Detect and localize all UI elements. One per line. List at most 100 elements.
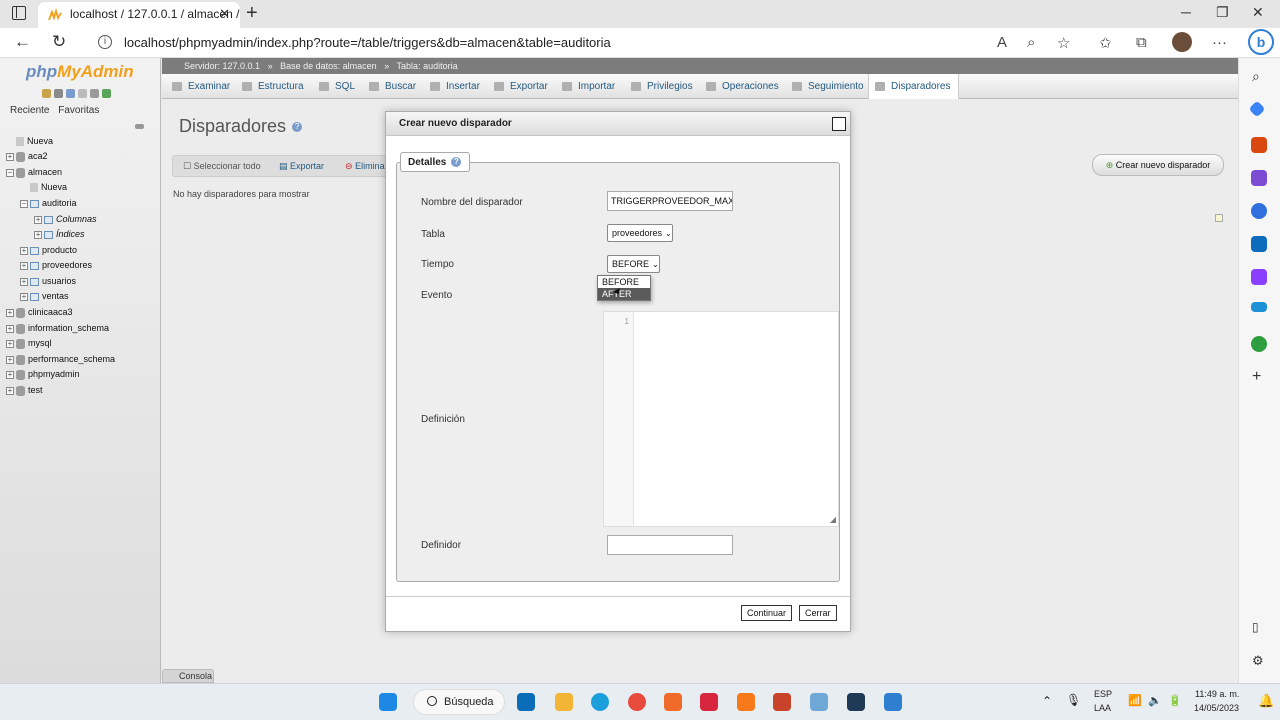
edge-icon[interactable] [591, 693, 609, 711]
microsoft365-icon[interactable] [1251, 203, 1267, 219]
tree-item-clinicaaca3[interactable]: + clinicaaca3 [6, 307, 73, 321]
task-view-icon[interactable] [517, 693, 535, 711]
tab-recent[interactable]: Reciente [10, 105, 49, 116]
tab-sql[interactable]: SQL [319, 81, 355, 92]
reload-icon[interactable] [102, 89, 111, 98]
tab-importar[interactable]: Importar [562, 81, 615, 92]
photos-icon[interactable] [810, 693, 828, 711]
resize-handle-icon[interactable]: ◢ [830, 515, 836, 524]
help-icon[interactable]: ? [292, 122, 303, 133]
maximize-icon[interactable]: ❐ [1216, 4, 1229, 21]
tab-operaciones[interactable]: Operaciones [706, 81, 779, 92]
tree-item-columnas[interactable]: + Columnas [34, 214, 97, 228]
docs-icon[interactable] [66, 89, 75, 98]
tree-item-mysql[interactable]: + mysql [6, 338, 52, 352]
bing-copilot-icon[interactable]: b [1248, 29, 1274, 55]
tab-privilegios[interactable]: Privilegios [631, 81, 693, 92]
expand-toggle-icon[interactable]: + [6, 355, 14, 364]
expand-toggle-icon[interactable]: + [34, 230, 42, 239]
games-icon[interactable] [1251, 170, 1267, 186]
xampp-icon[interactable] [737, 693, 755, 711]
tree-item-nueva[interactable]: +Nueva [20, 182, 67, 196]
tab-actions-icon[interactable] [12, 6, 26, 20]
tree-item--ndices[interactable]: + Índices [34, 229, 85, 243]
layout-indicator[interactable]: LAA [1094, 703, 1111, 713]
tree-item-usuarios[interactable]: + usuarios [20, 276, 76, 290]
tab-seguimiento[interactable]: Seguimiento [792, 81, 864, 92]
powerpoint-icon[interactable] [773, 693, 791, 711]
profile-avatar[interactable] [1172, 32, 1192, 52]
wifi-icon[interactable]: 📶 [1128, 694, 1142, 707]
site-info-icon[interactable]: i [98, 35, 112, 49]
add-sidebar-app-icon[interactable]: + [1252, 368, 1261, 386]
expand-toggle-icon[interactable]: − [6, 168, 14, 177]
close-button[interactable]: Cerrar [799, 605, 837, 621]
zoom-icon[interactable]: ⌕ [1027, 34, 1035, 51]
collections-icon[interactable]: ⧉ [1136, 34, 1147, 51]
terminal-icon[interactable] [847, 693, 865, 711]
expand-toggle-icon[interactable]: + [6, 152, 14, 161]
export-action[interactable]: ▤ Exportar [279, 161, 324, 172]
notepad-icon[interactable] [884, 693, 902, 711]
volume-icon[interactable]: 🔈 [1148, 694, 1162, 707]
details-help-icon[interactable]: ? [451, 157, 462, 168]
select-all-checkbox[interactable]: ☐ Seleccionar todo [183, 161, 261, 172]
table-select[interactable]: proveedores ⌄ [607, 224, 673, 242]
tab-close-icon[interactable]: ✕ [219, 6, 230, 22]
tree-item-producto[interactable]: + producto [20, 245, 77, 259]
outlook-icon[interactable] [1251, 236, 1267, 252]
tools-icon[interactable] [1251, 137, 1267, 153]
definition-editor[interactable]: 1 ◢ [603, 311, 839, 527]
tab-estructura[interactable]: Estructura [242, 81, 304, 92]
tree-item-almacen[interactable]: − almacen [6, 167, 62, 181]
window-close-icon[interactable]: ✕ [1252, 4, 1264, 21]
dialog-close-icon[interactable] [832, 117, 846, 131]
console-toggle[interactable]: Consola [162, 669, 214, 683]
expand-toggle-icon[interactable]: + [20, 261, 28, 270]
designer-icon[interactable] [1251, 269, 1267, 285]
microphone-icon[interactable]: 🎙 [1066, 693, 1081, 707]
home-icon[interactable] [42, 89, 51, 98]
tree-item-proveedores[interactable]: + proveedores [20, 260, 92, 274]
trigger-name-input[interactable]: TRIGGERPROVEEDOR_MAX [607, 191, 733, 211]
file-explorer-icon[interactable] [555, 693, 573, 711]
tab-buscar[interactable]: Buscar [369, 81, 416, 92]
more-menu-icon[interactable]: ··· [1212, 34, 1227, 51]
minimize-icon[interactable]: ─ [1181, 4, 1191, 20]
language-indicator[interactable]: ESP [1094, 689, 1112, 699]
tree-item-ventas[interactable]: + ventas [20, 291, 69, 305]
tab-examinar[interactable]: Examinar [172, 81, 230, 92]
browser-tab[interactable]: localhost / 127.0.0.1 / almacen / ✕ [38, 2, 240, 28]
tree-item-performance-schema[interactable]: + performance_schema [6, 354, 115, 368]
app-icon[interactable] [700, 693, 718, 711]
expand-toggle-icon[interactable]: + [34, 215, 42, 224]
logout-icon[interactable] [54, 89, 63, 98]
tray-chevron-icon[interactable]: ⌃ [1042, 694, 1052, 708]
tab-insertar[interactable]: Insertar [430, 81, 480, 92]
battery-icon[interactable]: 🔋 [1168, 694, 1182, 707]
collapse-all-icon[interactable] [135, 124, 144, 129]
url-field[interactable]: localhost/phpmyadmin/index.php?route=/ta… [124, 35, 611, 50]
send-icon[interactable] [1251, 302, 1267, 312]
page-settings-icon[interactable] [1215, 214, 1223, 222]
docs2-icon[interactable] [78, 89, 87, 98]
sidebar-search-icon[interactable]: ⌕ [1252, 68, 1260, 85]
clock-time[interactable]: 11:49 a. m. [1195, 689, 1239, 699]
create-trigger-button[interactable]: ⊕ Crear nuevo disparador [1092, 154, 1224, 176]
tree-item-auditoria[interactable]: − auditoria [20, 198, 77, 212]
tab-disparadores[interactable]: Disparadores [868, 74, 960, 99]
tree-item-nueva[interactable]: +Nueva [6, 136, 53, 150]
tree-item-aca2[interactable]: + aca2 [6, 151, 48, 165]
time-option-before[interactable]: BEFORE [598, 276, 650, 288]
tab-favorites[interactable]: Favoritas [58, 105, 99, 116]
add-favorite-icon[interactable]: ☆ [1057, 34, 1070, 52]
expand-toggle-icon[interactable]: + [6, 324, 14, 333]
expand-toggle-icon[interactable]: + [20, 292, 28, 301]
notifications-icon[interactable]: 🔔 [1258, 693, 1274, 709]
read-aloud-icon[interactable]: A [997, 34, 1007, 51]
chrome-icon[interactable] [628, 693, 646, 711]
time-select[interactable]: BEFORE ⌄ [607, 255, 660, 273]
expand-toggle-icon[interactable]: − [20, 199, 28, 208]
continue-button[interactable]: Continuar [741, 605, 793, 621]
time-option-after[interactable]: AFTER [598, 288, 650, 300]
